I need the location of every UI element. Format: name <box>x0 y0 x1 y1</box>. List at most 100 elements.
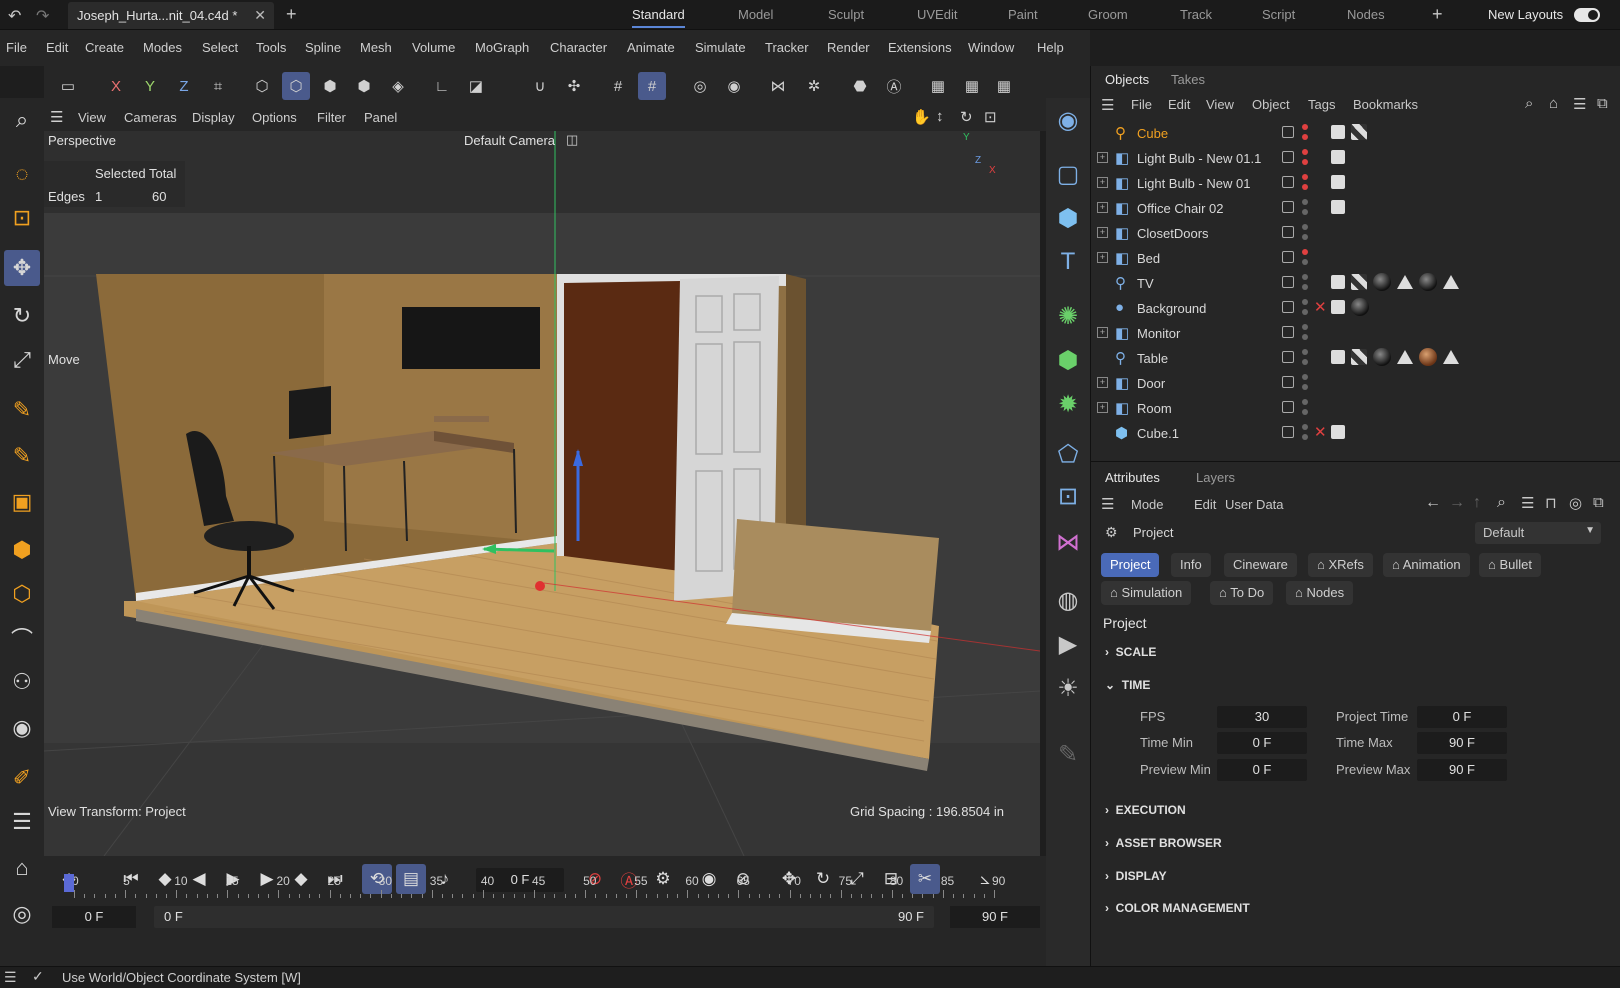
visibility-render-dot[interactable] <box>1302 234 1308 240</box>
preset-dropdown[interactable]: Default ▼ <box>1475 522 1601 544</box>
edit-toggle-icon[interactable] <box>1282 351 1294 363</box>
material-tag-icon[interactable] <box>1373 273 1391 291</box>
visibility-render-dot[interactable] <box>1302 359 1308 365</box>
null-object-icon[interactable]: ▢ <box>1050 156 1086 192</box>
visibility-render-dot[interactable] <box>1302 184 1308 190</box>
bridge-icon[interactable]: ⚇ <box>4 664 40 700</box>
hamburger-icon[interactable]: ☰ <box>50 108 63 126</box>
menu-modes[interactable]: Modes <box>143 40 182 55</box>
visibility-editor-dot[interactable] <box>1302 124 1308 130</box>
hamburger-icon[interactable]: ☰ <box>4 969 17 986</box>
scene-icon[interactable]: ⊡ <box>1050 478 1086 514</box>
visibility-render-dot[interactable] <box>1302 434 1308 440</box>
object-row-background[interactable]: ● Background ✕ <box>1091 296 1620 321</box>
home-icon[interactable]: ⌂ <box>1549 95 1558 112</box>
coordinate-system-icon[interactable]: ⌗ <box>204 72 232 100</box>
layout-tab-model[interactable]: Model <box>738 7 773 22</box>
3d-viewport[interactable]: Perspective Default Camera ◫ Selected To… <box>44 131 1040 856</box>
menu-character[interactable]: Character <box>550 40 607 55</box>
grid-snap-icon[interactable]: # <box>638 72 666 100</box>
edit-toggle-icon[interactable] <box>1282 176 1294 188</box>
visibility-render-dot[interactable] <box>1302 209 1308 215</box>
disabled-x-icon[interactable]: ✕ <box>1314 298 1327 316</box>
material-tag-icon[interactable] <box>1419 348 1437 366</box>
field-icon[interactable]: ⬠ <box>1050 436 1086 472</box>
spline-icon[interactable]: ⋈ <box>1050 524 1086 560</box>
pill-simulation[interactable]: ⌂ Simulation <box>1101 581 1192 605</box>
range-slider[interactable]: 0 F 90 F <box>154 906 934 928</box>
visibility-editor-dot[interactable] <box>1302 424 1308 430</box>
search-icon[interactable]: ⌕ <box>4 102 40 138</box>
object-row-cube-1[interactable]: ⬢ Cube.1 ✕ <box>1091 421 1620 446</box>
pill-info[interactable]: Info <box>1171 553 1211 577</box>
selection-tag-icon[interactable] <box>1397 275 1413 289</box>
expand-icon[interactable]: + <box>1097 202 1108 213</box>
menu-mograph[interactable]: MoGraph <box>475 40 529 55</box>
visibility-render-dot[interactable] <box>1302 334 1308 340</box>
visibility-editor-dot[interactable] <box>1302 349 1308 355</box>
edit-toggle-icon[interactable] <box>1282 301 1294 313</box>
visibility-editor-dot[interactable] <box>1302 249 1308 255</box>
edit-toggle-icon[interactable] <box>1282 151 1294 163</box>
visibility-render-dot[interactable] <box>1302 409 1308 415</box>
up-arrow-icon[interactable]: ↑ <box>1473 494 1481 512</box>
deformer-icon[interactable]: ✹ <box>1050 386 1086 422</box>
visibility-editor-dot[interactable] <box>1302 224 1308 230</box>
render-queue-icon[interactable]: ▦ <box>990 72 1018 100</box>
soft-selection-icon[interactable]: ◎ <box>686 72 714 100</box>
camera-icon[interactable]: ◫ <box>566 132 578 148</box>
pill-xrefs[interactable]: ⌂ XRefs <box>1308 553 1373 577</box>
brush-icon[interactable]: ✐ <box>4 760 40 796</box>
object-row-light-bulb-new-01[interactable]: + ◧ Light Bulb - New 01 <box>1091 171 1620 196</box>
menu-mesh[interactable]: Mesh <box>360 40 392 55</box>
range-end-field[interactable]: 90 F <box>950 906 1040 928</box>
fps-field[interactable]: 30 <box>1217 706 1307 728</box>
menu-help[interactable]: Help <box>1037 40 1064 55</box>
layout-tab-sculpt[interactable]: Sculpt <box>828 7 864 22</box>
section-scale[interactable]: › SCALE <box>1105 645 1156 659</box>
sky-icon[interactable]: ◍ <box>1050 582 1086 618</box>
visibility-editor-dot[interactable] <box>1302 174 1308 180</box>
edit-toggle-icon[interactable] <box>1282 326 1294 338</box>
annotation-tag-icon[interactable] <box>1331 175 1345 189</box>
time-min-field[interactable]: 0 F <box>1217 732 1307 754</box>
model-mode-icon[interactable]: ⬢ <box>350 72 378 100</box>
object-row-office-chair-02[interactable]: + ◧ Office Chair 02 <box>1091 196 1620 221</box>
edit-toggle-icon[interactable] <box>1282 201 1294 213</box>
tab-layers[interactable]: Layers <box>1196 470 1235 485</box>
camera-object-icon[interactable]: ◉ <box>1050 102 1086 138</box>
selection-tag-icon[interactable] <box>1443 350 1459 364</box>
line-cut-icon[interactable]: ✎ <box>4 438 40 474</box>
object-row-bed[interactable]: + ◧ Bed <box>1091 246 1620 271</box>
points-mode-icon[interactable]: ⬡ <box>248 72 276 100</box>
filter-icon[interactable]: ☰ <box>1521 494 1534 512</box>
pill-bullet[interactable]: ⌂ Bullet <box>1479 553 1542 577</box>
menu-file[interactable]: File <box>6 40 27 55</box>
texture-mode-icon[interactable]: ◪ <box>462 72 490 100</box>
render-picture-viewer-icon[interactable]: ▦ <box>958 72 986 100</box>
hamburger-icon[interactable]: ☰ <box>1101 495 1114 513</box>
object-row-door[interactable]: + ◧ Door <box>1091 371 1620 396</box>
layout-tab-standard[interactable]: Standard <box>632 7 685 28</box>
preview-min-field[interactable]: 0 F <box>1217 759 1307 781</box>
visibility-render-dot[interactable] <box>1302 309 1308 315</box>
material-tag-icon[interactable] <box>1373 348 1391 366</box>
add-tab-icon[interactable]: + <box>286 4 297 25</box>
undo-icon[interactable]: ↶ <box>8 6 21 26</box>
weld-icon[interactable]: ◉ <box>4 710 40 746</box>
visibility-editor-dot[interactable] <box>1302 374 1308 380</box>
text-object-icon[interactable]: T <box>1050 244 1086 280</box>
expand-icon[interactable]: + <box>1097 402 1108 413</box>
viewport-menu-cameras[interactable]: Cameras <box>124 110 177 125</box>
edit-toggle-icon[interactable] <box>1282 401 1294 413</box>
symmetry-icon[interactable]: ⋈ <box>764 72 792 100</box>
objects-menu-edit[interactable]: Edit <box>1168 97 1190 112</box>
menu-window[interactable]: Window <box>968 40 1014 55</box>
object-row-closetdoors[interactable]: + ◧ ClosetDoors <box>1091 221 1620 246</box>
menu-tools[interactable]: Tools <box>256 40 286 55</box>
edit-toggle-icon[interactable] <box>1282 376 1294 388</box>
polygons-mode-icon[interactable]: ⬢ <box>316 72 344 100</box>
viewport-menu-display[interactable]: Display <box>192 110 235 125</box>
axis-mode-icon[interactable]: ∟ <box>428 72 456 100</box>
selection-settings-icon[interactable]: ◉ <box>720 72 748 100</box>
